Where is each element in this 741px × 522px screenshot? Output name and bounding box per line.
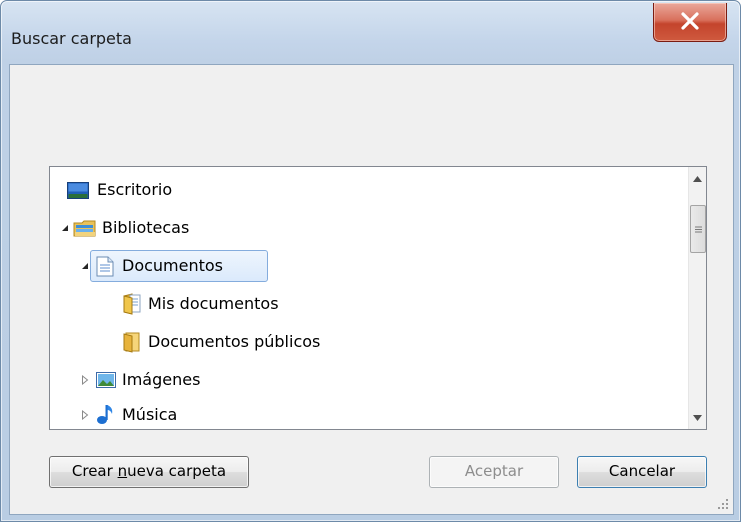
expanded-arrow-icon[interactable]	[79, 251, 91, 281]
my-documents-folder-icon	[123, 293, 141, 315]
resize-grip-icon[interactable]	[717, 498, 729, 510]
tree-item-label: Escritorio	[97, 180, 173, 199]
new-folder-mnemonic: n	[117, 462, 128, 480]
documents-library-icon	[96, 256, 114, 277]
pictures-icon	[96, 372, 116, 388]
browse-folder-dialog: Buscar carpeta Escritorio Bibliotecas Do…	[0, 0, 741, 522]
cancel-button-label: Cancelar	[608, 462, 676, 480]
collapsed-arrow-icon[interactable]	[79, 365, 91, 395]
tree-item-documentos[interactable]: Documentos	[50, 251, 670, 281]
grip-lines-icon	[694, 226, 702, 232]
tree-item-label: Documentos públicos	[148, 332, 321, 351]
expanded-arrow-icon[interactable]	[59, 213, 71, 243]
new-folder-label-post: ueva carpeta	[127, 462, 227, 480]
public-documents-folder-icon	[123, 332, 140, 353]
window-title: Buscar carpeta	[11, 29, 132, 48]
tree-item-label: Documentos	[122, 256, 224, 275]
libraries-icon	[73, 220, 96, 237]
tree-item-label: Bibliotecas	[102, 218, 190, 237]
tree-item-label: Mis documentos	[148, 294, 279, 313]
desktop-icon	[67, 182, 89, 199]
folder-tree[interactable]: Escritorio Bibliotecas Documentos Mis do…	[49, 166, 707, 430]
tree-item-bibliotecas[interactable]: Bibliotecas	[50, 213, 670, 243]
scroll-down-button[interactable]	[689, 409, 706, 426]
collapsed-arrow-icon[interactable]	[79, 400, 91, 429]
music-icon	[97, 405, 113, 424]
tree-item-label: Imágenes	[122, 370, 201, 389]
tree-vertical-scrollbar[interactable]	[688, 167, 706, 429]
tree-item-mis-documentos[interactable]: Mis documentos	[50, 289, 670, 319]
ok-button-label: Aceptar	[464, 462, 524, 480]
new-folder-button[interactable]: Crear nueva carpeta	[49, 456, 249, 488]
scroll-up-button[interactable]	[689, 170, 706, 187]
ok-button[interactable]: Aceptar	[429, 456, 559, 488]
close-icon	[681, 12, 699, 30]
scroll-up-arrow-icon	[693, 175, 702, 182]
tree-item-imagenes[interactable]: Imágenes	[50, 365, 670, 395]
new-folder-label-pre: Crear	[71, 462, 118, 480]
dialog-client-area: Escritorio Bibliotecas Documentos Mis do…	[9, 64, 734, 515]
tree-item-documentos-publicos[interactable]: Documentos públicos	[50, 327, 670, 357]
scroll-down-arrow-icon	[693, 414, 702, 421]
tree-item-musica[interactable]: Música	[50, 400, 670, 429]
title-bar[interactable]: Buscar carpeta	[1, 1, 740, 63]
close-button[interactable]	[653, 3, 727, 42]
tree-item-label: Música	[122, 405, 178, 424]
cancel-button[interactable]: Cancelar	[577, 456, 707, 488]
scroll-thumb[interactable]	[690, 205, 706, 253]
dialog-description	[28, 77, 718, 157]
tree-item-escritorio[interactable]: Escritorio	[50, 175, 670, 205]
